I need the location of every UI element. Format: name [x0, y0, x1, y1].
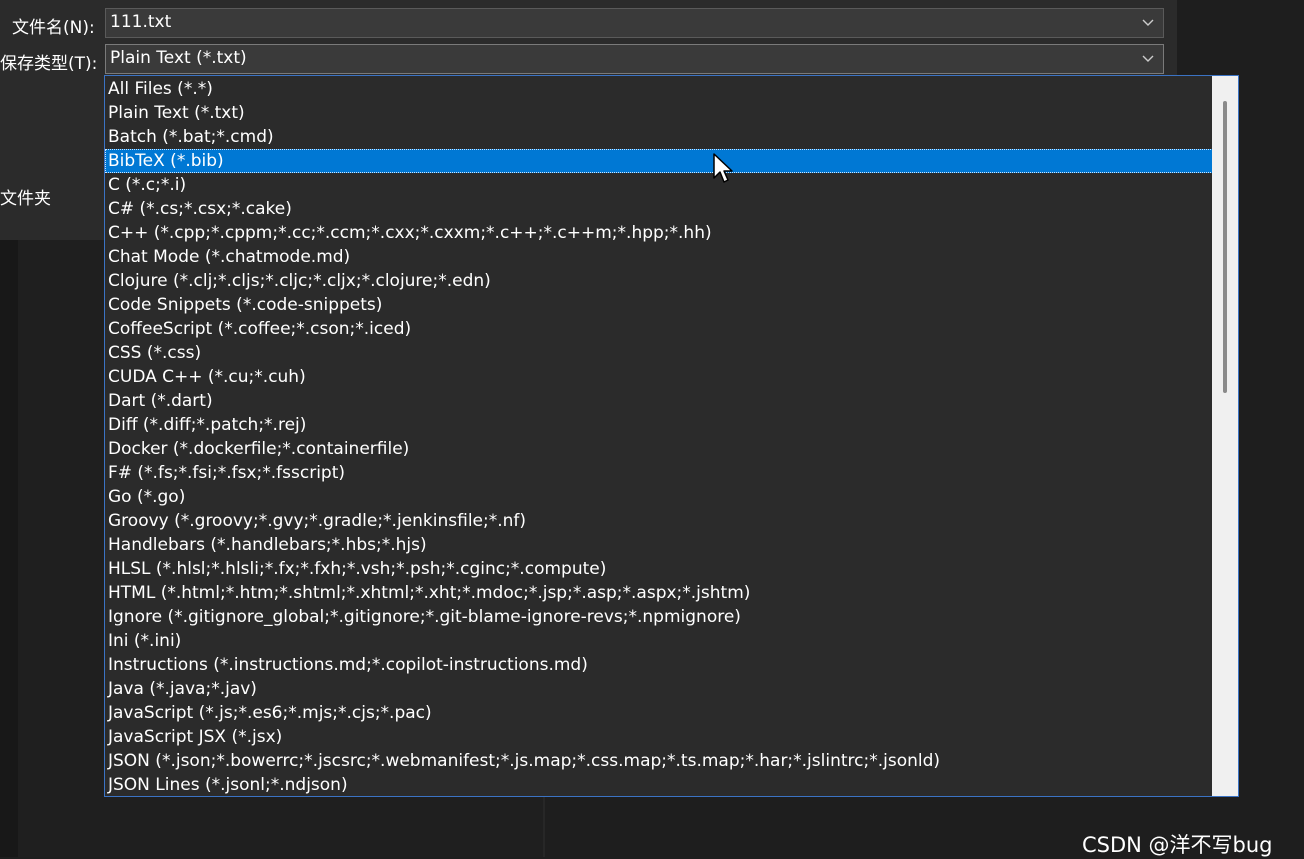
watermark-text: CSDN @洋不写bug [1082, 833, 1273, 857]
scrollbar[interactable] [1212, 76, 1238, 796]
list-item[interactable]: Ignore (*.gitignore_global;*.gitignore;*… [105, 605, 1213, 629]
background-area [1168, 0, 1304, 75]
list-item[interactable]: Java (*.java;*.jav) [105, 677, 1213, 701]
list-item-selected[interactable]: BibTeX (*.bib) [105, 149, 1213, 173]
list-item[interactable]: JSON (*.json;*.bowerrc;*.jscsrc;*.webman… [105, 749, 1213, 773]
filename-value[interactable]: 111.txt [110, 12, 171, 32]
list-item[interactable]: HLSL (*.hlsl;*.hlsli;*.fx;*.fxh;*.vsh;*.… [105, 557, 1213, 581]
list-item[interactable]: Plain Text (*.txt) [105, 101, 1213, 125]
filename-label: 文件名(N): [12, 18, 95, 38]
scrollbar-thumb[interactable] [1223, 101, 1227, 393]
list-item[interactable]: C++ (*.cpp;*.cppm;*.cc;*.ccm;*.cxx;*.cxx… [105, 221, 1213, 245]
list-item[interactable]: CoffeeScript (*.coffee;*.cson;*.iced) [105, 317, 1213, 341]
list-item[interactable]: CSS (*.css) [105, 341, 1213, 365]
list-item[interactable]: JavaScript (*.js;*.es6;*.mjs;*.cjs;*.pac… [105, 701, 1213, 725]
list-item[interactable]: Code Snippets (*.code-snippets) [105, 293, 1213, 317]
list-item[interactable]: CUDA C++ (*.cu;*.cuh) [105, 365, 1213, 389]
list-item[interactable]: Dart (*.dart) [105, 389, 1213, 413]
list-item[interactable]: C# (*.cs;*.csx;*.cake) [105, 197, 1213, 221]
list-item[interactable]: Chat Mode (*.chatmode.md) [105, 245, 1213, 269]
list-item[interactable]: Ini (*.ini) [105, 629, 1213, 653]
list-item[interactable]: All Files (*.*) [105, 77, 1213, 101]
list-item[interactable]: Batch (*.bat;*.cmd) [105, 125, 1213, 149]
list-item[interactable]: JavaScript JSX (*.jsx) [105, 725, 1213, 749]
list-item[interactable]: Go (*.go) [105, 485, 1213, 509]
list-item[interactable]: Docker (*.dockerfile;*.containerfile) [105, 437, 1213, 461]
editor-gutter [0, 240, 18, 857]
mouse-cursor-icon [713, 153, 733, 183]
list-item[interactable]: Groovy (*.groovy;*.gvy;*.gradle;*.jenkin… [105, 509, 1213, 533]
chevron-down-icon[interactable] [1141, 17, 1155, 29]
list-item[interactable]: F# (*.fs;*.fsi;*.fsx;*.fsscript) [105, 461, 1213, 485]
filetype-value[interactable]: Plain Text (*.txt) [110, 48, 247, 68]
folder-toggle-label[interactable]: 文件夹 [0, 184, 51, 209]
list-item[interactable]: JSON Lines (*.jsonl;*.ndjson) [105, 773, 1213, 796]
filetype-combobox[interactable]: Plain Text (*.txt) [105, 44, 1164, 74]
list-item[interactable]: HTML (*.html;*.htm;*.shtml;*.xhtml;*.xht… [105, 581, 1213, 605]
filetype-label: 保存类型(T): [0, 54, 98, 74]
filename-combobox[interactable]: 111.txt [105, 8, 1164, 38]
list-item[interactable]: Handlebars (*.handlebars;*.hbs;*.hjs) [105, 533, 1213, 557]
list-item[interactable]: C (*.c;*.i) [105, 173, 1213, 197]
filetype-dropdown-list[interactable]: All Files (*.*) Plain Text (*.txt) Batch (… [104, 75, 1239, 797]
list-item[interactable]: Instructions (*.instructions.md;*.copilo… [105, 653, 1213, 677]
chevron-down-icon[interactable] [1141, 53, 1155, 65]
list-item[interactable]: Clojure (*.clj;*.cljs;*.cljc;*.cljx;*.cl… [105, 269, 1213, 293]
list-item[interactable]: Diff (*.diff;*.patch;*.rej) [105, 413, 1213, 437]
